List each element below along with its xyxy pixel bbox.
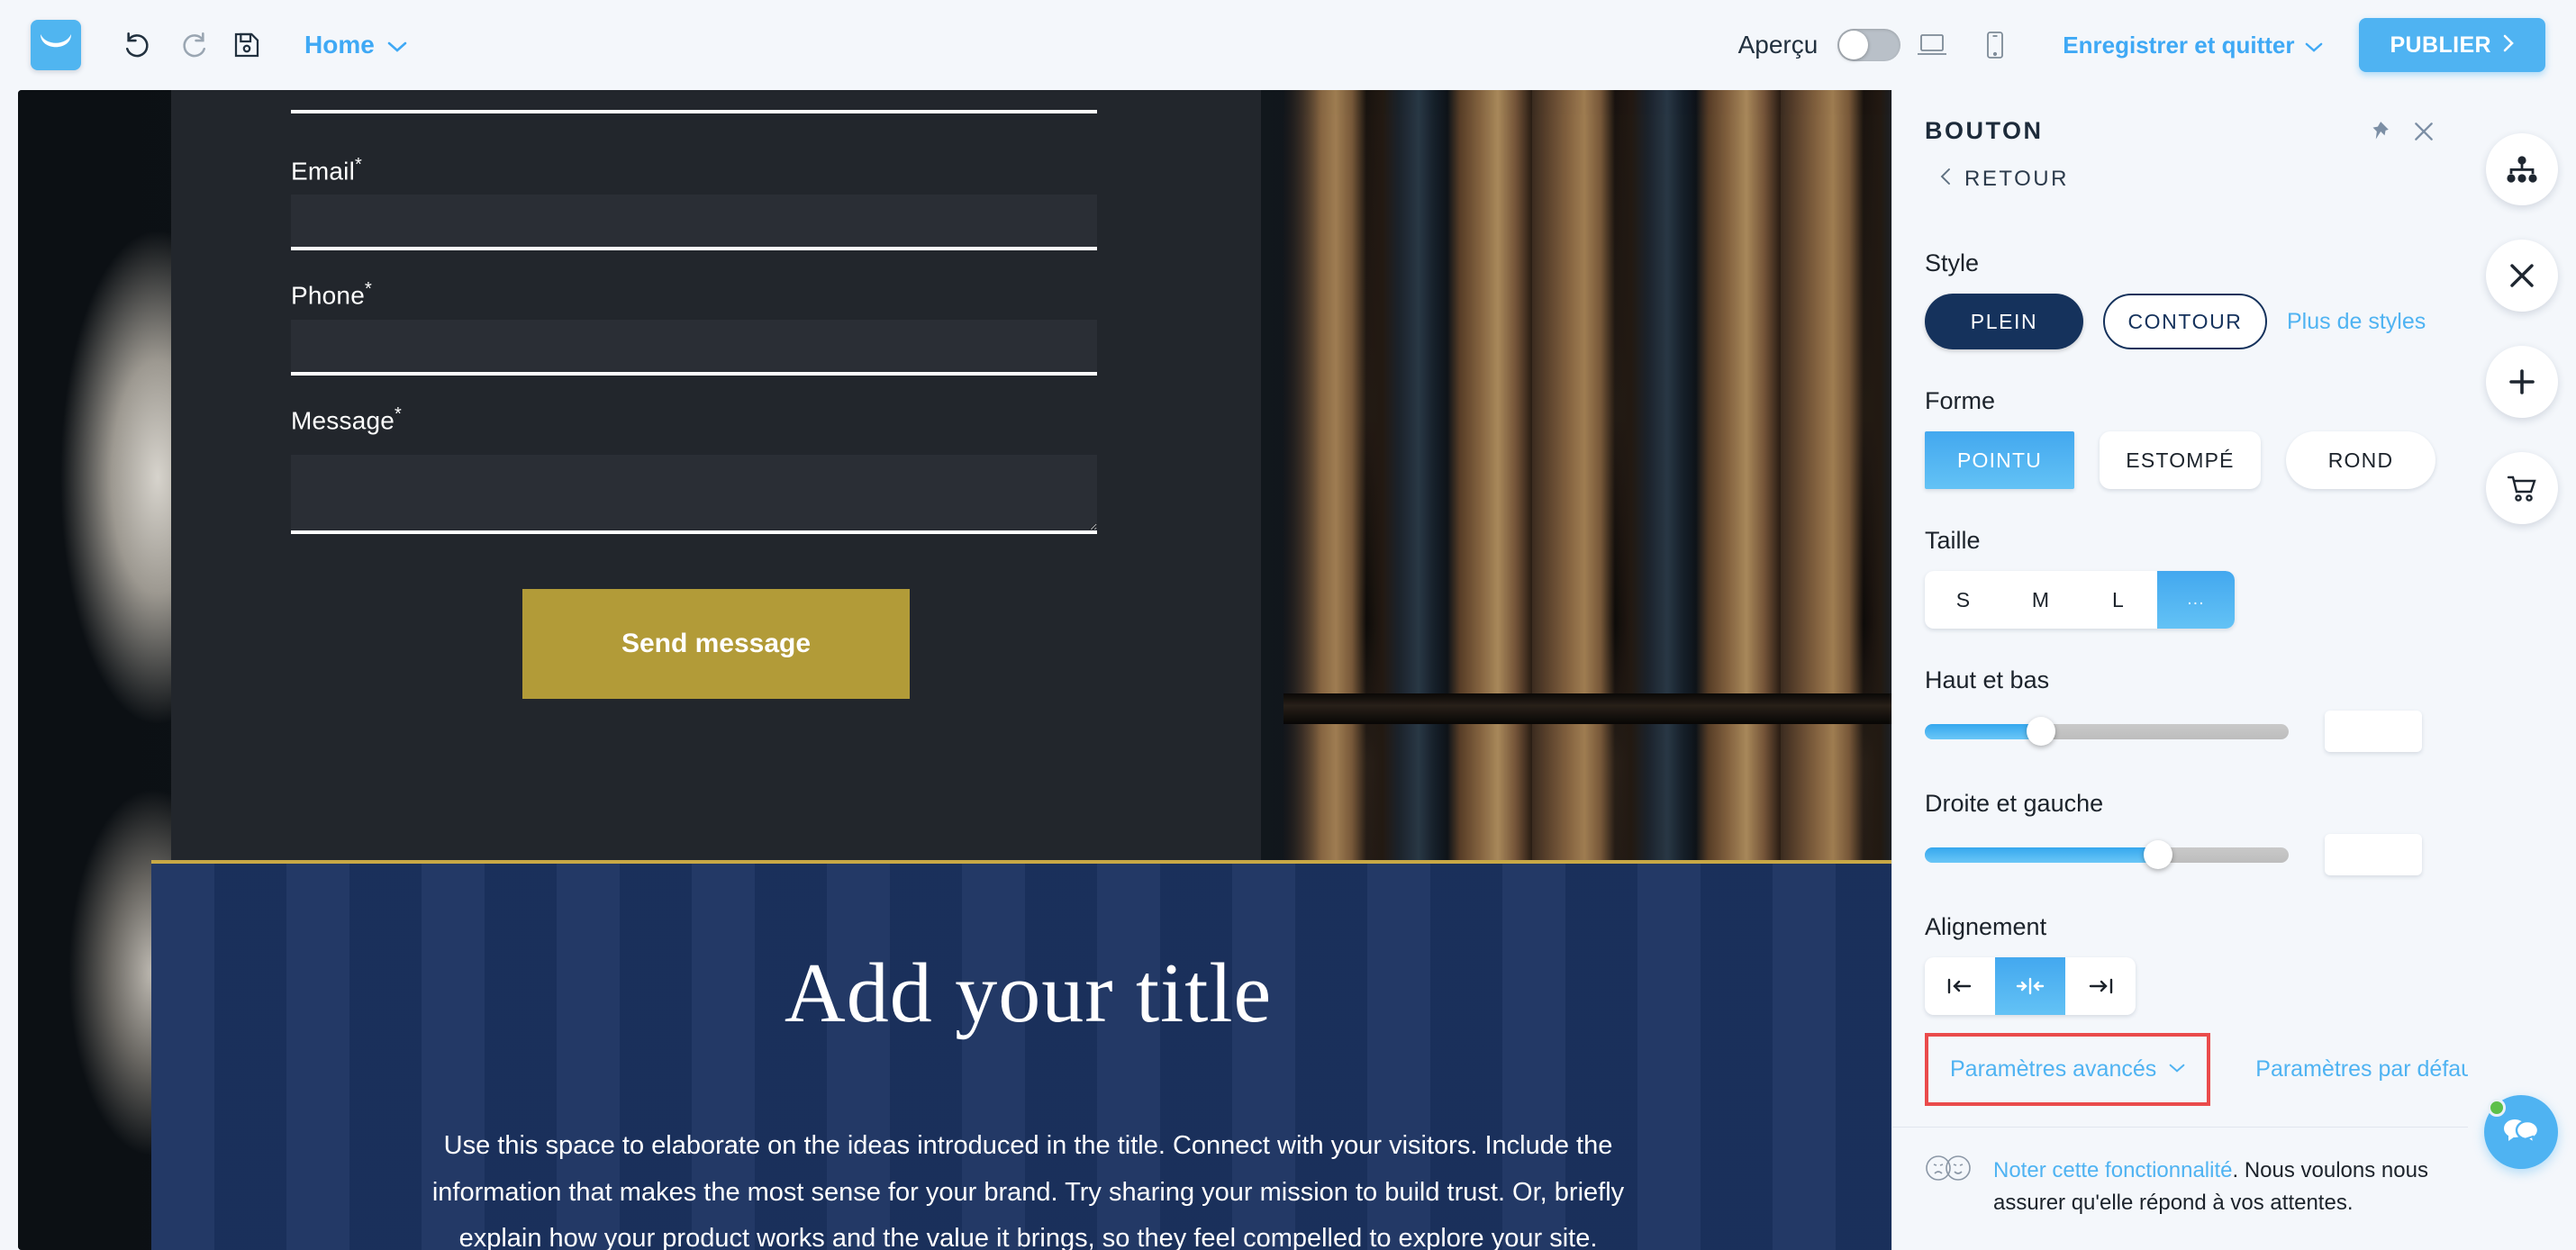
size-option-custom[interactable]: ... (2157, 571, 2235, 629)
style-label: Style (1925, 249, 1980, 276)
chevron-left-icon (1939, 167, 1952, 192)
chat-bubbles-icon (2500, 1113, 2542, 1152)
shape-option-pointu[interactable]: POINTU (1925, 431, 2074, 489)
field-label-message: Message* (291, 403, 402, 434)
panel-header: BOUTON (1892, 90, 2468, 145)
publish-label: PUBLIER (2390, 32, 2491, 58)
panel-title: BOUTON (1925, 117, 2044, 144)
chat-widget-button[interactable] (2484, 1095, 2558, 1169)
publish-button[interactable]: PUBLIER (2359, 18, 2545, 72)
align-right-icon[interactable] (2065, 957, 2136, 1015)
rate-feature-link[interactable]: Noter cette fonctionnalité (1993, 1158, 2233, 1182)
padding-horizontal-label: Droite et gauche (1925, 790, 2104, 817)
form-top-divider (291, 110, 1097, 113)
back-button[interactable]: RETOUR (1939, 167, 2468, 192)
hero-body-text: Use this space to elaborate on the ideas… (431, 1131, 1625, 1250)
envelope-logo-icon[interactable] (31, 20, 81, 70)
alignment-segmented-control (1925, 957, 2136, 1015)
back-label: RETOUR (1964, 167, 2069, 191)
sitemap-icon[interactable] (2486, 133, 2558, 205)
align-center-icon[interactable] (1995, 957, 2065, 1015)
page-name-label: Home (304, 31, 375, 59)
page-selector[interactable]: Home (304, 31, 407, 59)
form-field-phone: Phone* (291, 279, 1141, 376)
preview-label: Aperçu (1737, 31, 1819, 59)
button-settings-panel: BOUTON RETOUR Style PLEIN CONTOUR Plus d… (1891, 90, 2480, 1250)
email-input[interactable] (291, 195, 1097, 251)
advanced-settings-button[interactable]: Paramètres avancés (1925, 1033, 2211, 1106)
undo-icon[interactable] (112, 18, 166, 72)
floppy-save-icon[interactable] (220, 18, 274, 72)
field-label-email: Email* (291, 155, 362, 186)
padding-horizontal-section: Droite et gauche (1925, 790, 2435, 875)
chevron-down-icon (387, 31, 407, 59)
right-tool-rail (2468, 90, 2576, 1250)
slider-handle[interactable] (2027, 717, 2056, 746)
preview-toggle[interactable] (1837, 29, 1901, 61)
send-message-button[interactable]: Send message (522, 588, 910, 699)
pin-icon[interactable] (2367, 120, 2390, 143)
shape-option-rond[interactable]: ROND (2286, 431, 2435, 489)
save-and-quit-button[interactable]: Enregistrer et quitter (2063, 32, 2323, 59)
style-section: Style PLEIN CONTOUR Plus de styles (1925, 249, 2435, 349)
size-option-s[interactable]: S (1925, 571, 2002, 629)
slider-fill (1925, 847, 2158, 863)
online-status-dot (2488, 1099, 2506, 1117)
phone-input[interactable] (291, 319, 1097, 376)
hero-text-block[interactable]: Add your title Use this space to elabora… (151, 860, 1905, 1250)
design-pen-icon[interactable] (2486, 240, 2558, 312)
message-textarea[interactable] (291, 454, 1097, 534)
align-left-icon[interactable] (1925, 957, 1995, 1015)
shape-option-estompe[interactable]: ESTOMPÉ (2100, 431, 2261, 489)
padding-vertical-slider[interactable] (1925, 717, 2289, 746)
size-section: Taille S M L ... (1925, 527, 2435, 629)
padding-horizontal-slider[interactable] (1925, 840, 2289, 869)
size-label: Taille (1925, 527, 1981, 554)
default-settings-link[interactable]: Paramètres par défaut (2255, 1056, 2480, 1082)
slider-handle[interactable] (2143, 840, 2172, 869)
chevron-down-icon (2169, 1062, 2185, 1078)
form-field-email: Email* (291, 155, 1141, 251)
alignment-label: Alignement (1925, 913, 2047, 940)
shape-section: Forme POINTU ESTOMPÉ ROND (1925, 387, 2435, 489)
size-option-m[interactable]: M (2002, 571, 2080, 629)
laptop-icon[interactable] (1900, 18, 1964, 72)
alignment-section: Alignement (1925, 913, 2435, 1015)
chevron-down-icon (2305, 32, 2323, 59)
more-styles-link[interactable]: Plus de styles (2287, 309, 2426, 335)
style-option-plein[interactable]: PLEIN (1925, 294, 2083, 349)
padding-vertical-label: Haut et bas (1925, 666, 2050, 693)
advanced-settings-row: Paramètres avancés Paramètres par défaut (1892, 1033, 2480, 1106)
padding-vertical-input[interactable] (2325, 711, 2422, 752)
rating-faces-icon (1925, 1155, 1972, 1186)
shape-label: Forme (1925, 387, 1996, 414)
redo-icon[interactable] (166, 18, 220, 72)
feedback-text: Noter cette fonctionnalité. Nous voulons… (1993, 1155, 2435, 1219)
size-option-l[interactable]: L (2080, 571, 2157, 629)
form-field-message: Message* (291, 404, 1141, 539)
mobile-icon[interactable] (1964, 18, 2027, 72)
feedback-bar: Noter cette fonctionnalité. Nous voulons… (1892, 1127, 2468, 1250)
save-and-quit-label: Enregistrer et quitter (2063, 31, 2295, 59)
toggle-knob (1839, 31, 1869, 59)
padding-horizontal-input[interactable] (2325, 834, 2422, 875)
style-option-contour[interactable]: CONTOUR (2103, 294, 2267, 349)
advanced-settings-label: Paramètres avancés (1950, 1056, 2157, 1082)
padding-vertical-section: Haut et bas (1925, 666, 2435, 752)
website-canvas[interactable]: Email* Phone* Message* Send message Add … (18, 90, 1905, 1250)
field-label-phone: Phone* (291, 279, 372, 310)
close-icon[interactable] (2412, 120, 2435, 143)
hero-title: Add your title (784, 947, 1273, 1040)
cart-icon[interactable] (2486, 452, 2558, 524)
slider-fill (1925, 723, 2042, 739)
chevron-right-icon (2502, 32, 2515, 59)
size-segmented-control: S M L ... (1925, 571, 2235, 629)
top-toolbar: Home Aperçu Enregistrer et quitter PUBLI… (0, 0, 2576, 90)
plus-icon[interactable] (2486, 346, 2558, 418)
